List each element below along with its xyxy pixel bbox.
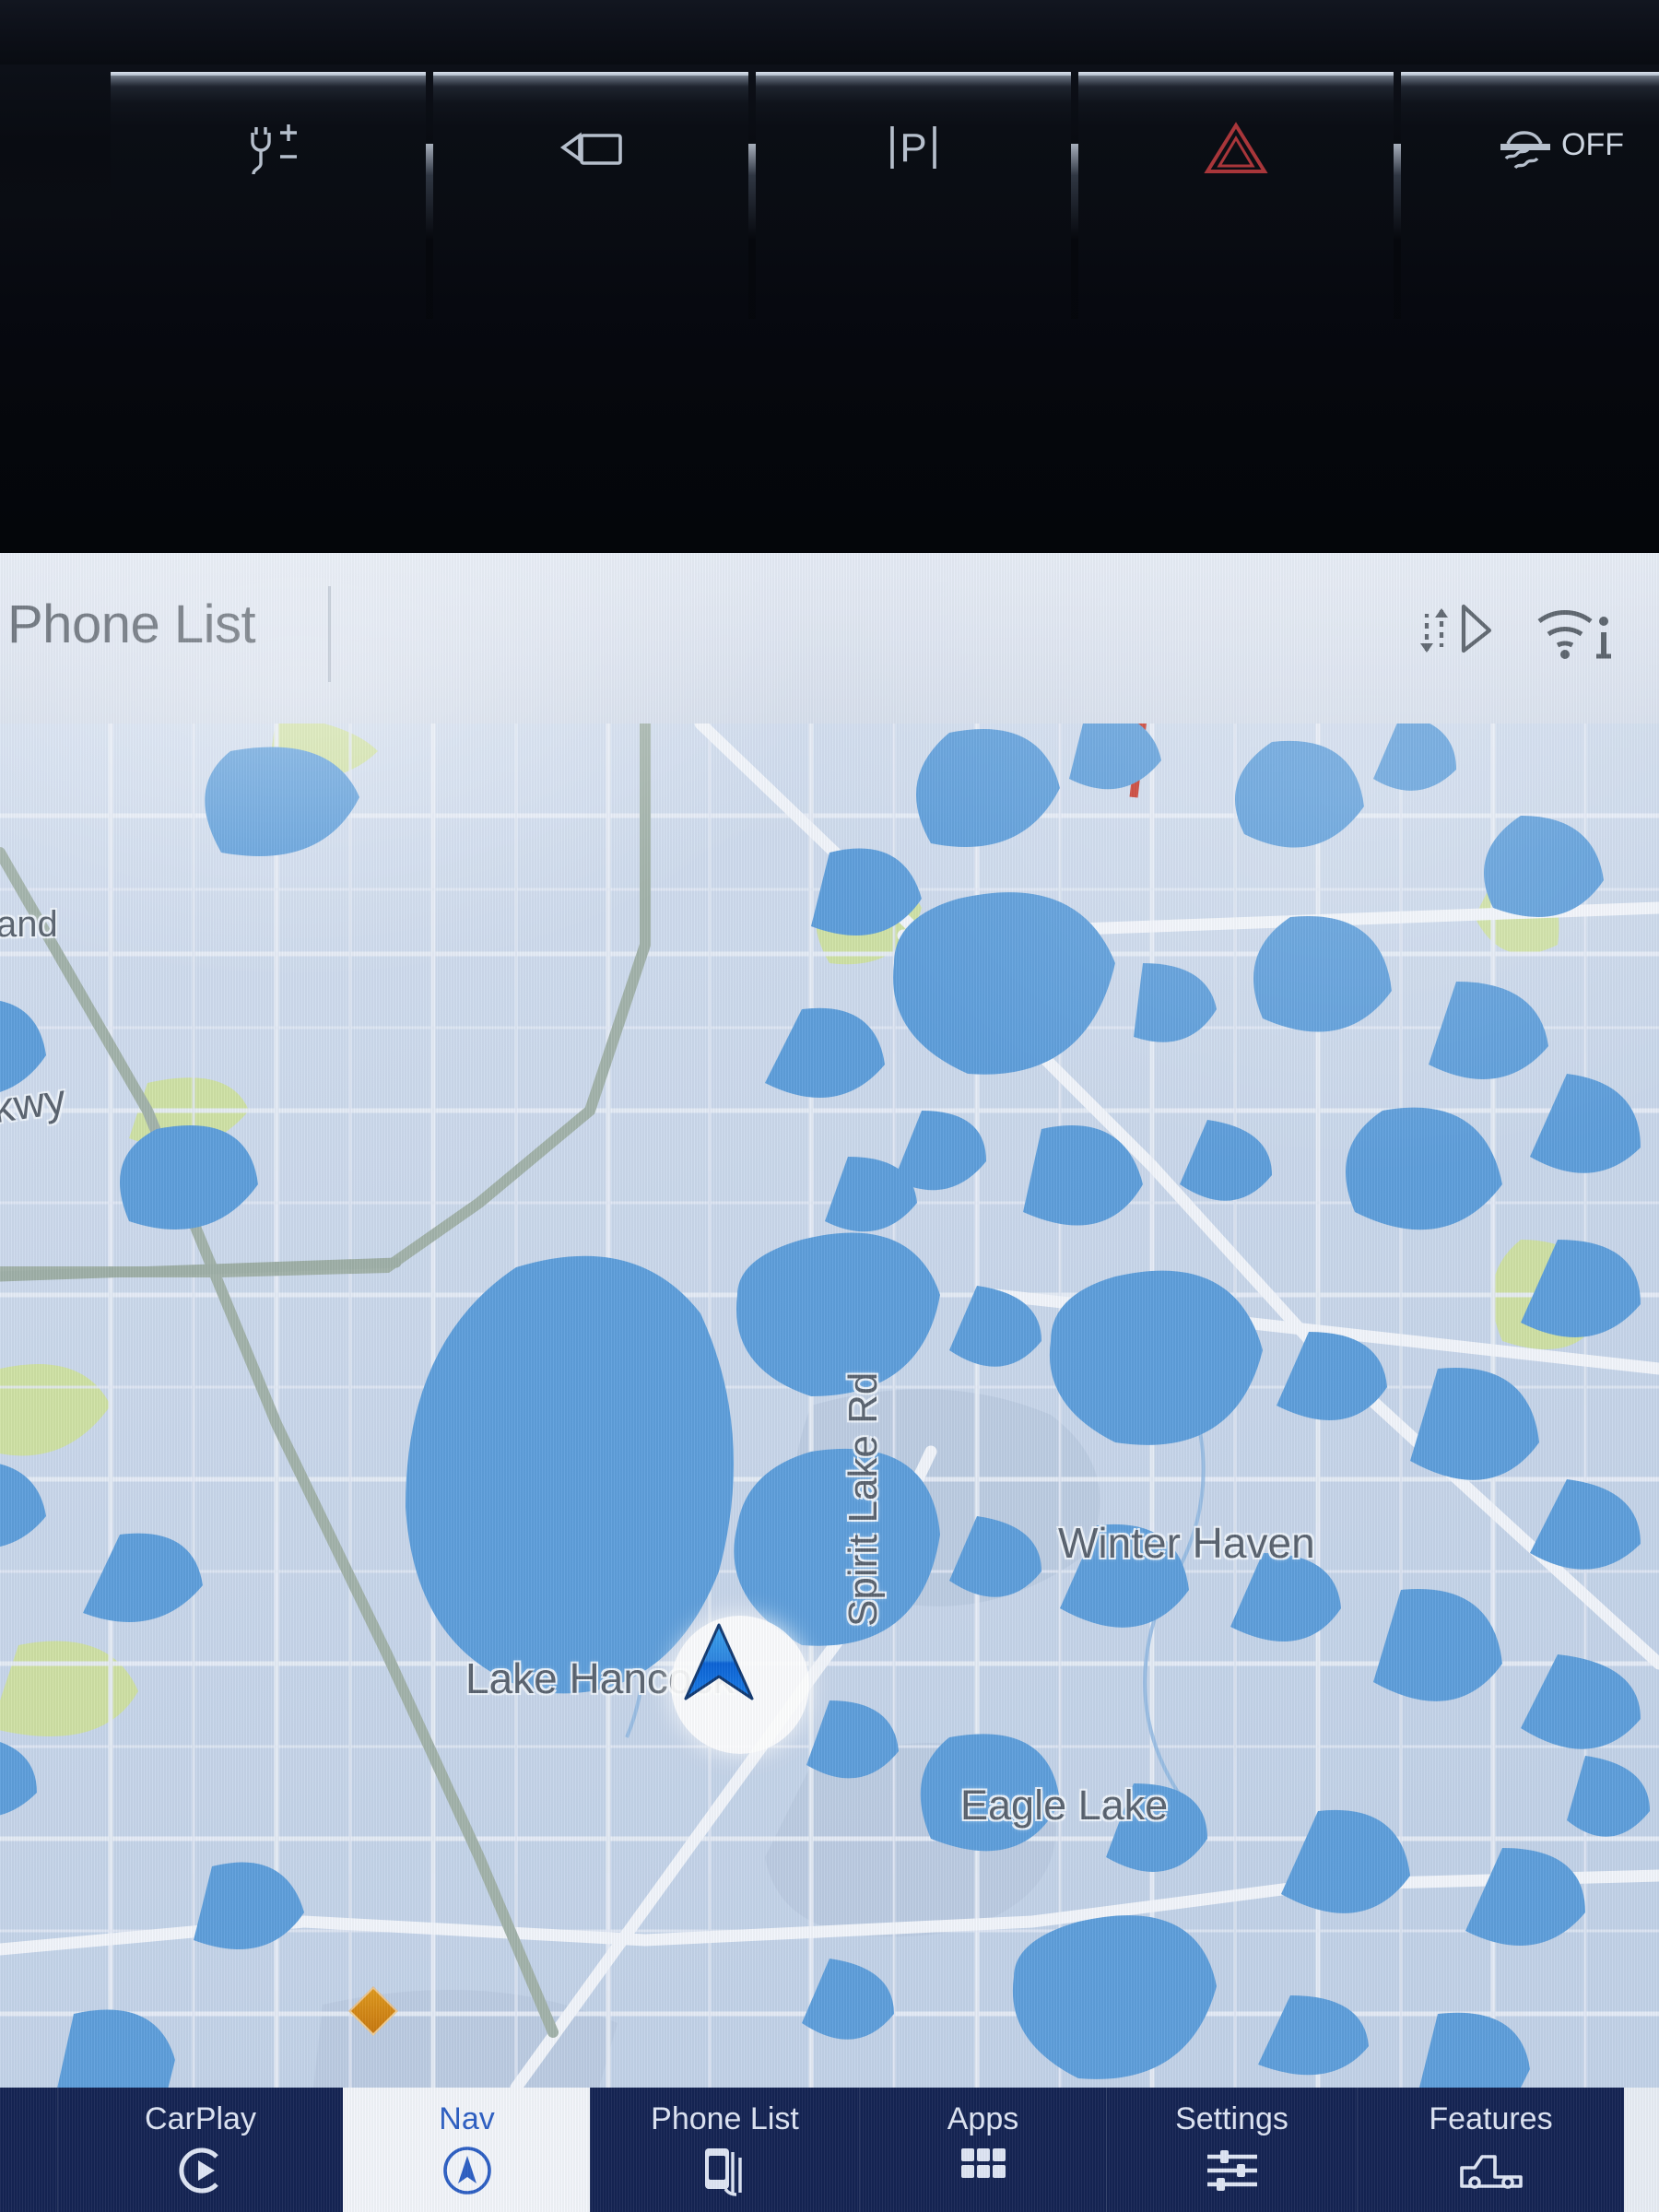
plug-plus-minus-icon — [111, 120, 426, 179]
wifi-info-icon — [1532, 597, 1617, 664]
park-brake-icon: P — [756, 120, 1071, 174]
status-icon-group — [1412, 597, 1617, 664]
tab-settings-label: Settings — [1175, 2101, 1288, 2136]
carplay-icon — [174, 2143, 228, 2198]
hazard-lights-button[interactable] — [1078, 72, 1394, 247]
map-label-lakeland: and — [0, 904, 58, 945]
tab-bar-left-filler — [0, 2088, 57, 2212]
electronic-park-brake-button[interactable]: P — [756, 72, 1071, 247]
bezel-divider — [1394, 144, 1401, 319]
traction-off-icon: OFF — [1401, 120, 1659, 177]
grid-apps-icon — [958, 2143, 1009, 2198]
tab-carplay[interactable]: CarPlay — [57, 2088, 343, 2212]
traction-control-off-button[interactable]: OFF — [1401, 72, 1659, 247]
svg-text:OFF: OFF — [1561, 127, 1624, 162]
camera-icon — [433, 120, 748, 171]
physical-button-row: P OFF — [111, 72, 1659, 319]
navigation-arrow-marker — [684, 1623, 754, 1700]
map-label-spirit-lake-rd: Spirit Lake Rd — [841, 1371, 886, 1627]
tab-settings[interactable]: Settings — [1106, 2088, 1357, 2212]
screenshot-root: P OFF Phone List and kwy Lake Hancock Sp… — [0, 0, 1659, 2212]
tab-features-label: Features — [1429, 2101, 1553, 2136]
screen-header: Phone List — [0, 553, 1659, 724]
bezel-divider — [426, 144, 433, 319]
sliders-icon — [1204, 2143, 1261, 2198]
dashboard-bezel: P OFF — [0, 0, 1659, 553]
charge-settings-button[interactable] — [111, 72, 426, 247]
bezel-gloss-strip — [0, 0, 1659, 65]
phone-stack-icon — [700, 2143, 751, 2198]
tab-phone-list[interactable]: Phone List — [590, 2088, 859, 2212]
map-label-winter-haven: Winter Haven — [1058, 1519, 1315, 1567]
map-graphics — [0, 724, 1659, 2088]
tab-apps-label: Apps — [947, 2101, 1019, 2136]
map-label-eagle-lake: Eagle Lake — [960, 1782, 1169, 1829]
tab-nav[interactable]: Nav — [343, 2088, 590, 2212]
truck-icon — [1458, 2143, 1524, 2198]
map-label-polk-pkwy: kwy — [0, 1074, 69, 1133]
bezel-divider — [1071, 144, 1078, 319]
bottom-tab-bar: CarPlay Nav Phone List Apps Settings Fea… — [0, 2088, 1659, 2212]
camera-button[interactable] — [433, 72, 748, 247]
navigation-compass-icon — [440, 2143, 495, 2198]
header-divider — [328, 586, 331, 682]
tab-phone-list-label: Phone List — [651, 2101, 799, 2136]
tab-nav-label: Nav — [439, 2101, 495, 2136]
map-canvas[interactable]: and kwy Lake Hancock Spirit Lake Rd Wint… — [0, 724, 1659, 2088]
hazard-triangle-icon — [1078, 120, 1394, 177]
page-title: Phone List — [7, 594, 256, 654]
tab-features[interactable]: Features — [1357, 2088, 1624, 2212]
bezel-divider — [748, 144, 756, 319]
infotainment-screen: Phone List and kwy Lake Hancock Spirit L… — [0, 553, 1659, 2212]
tab-carplay-label: CarPlay — [145, 2101, 256, 2136]
tab-apps[interactable]: Apps — [859, 2088, 1106, 2212]
data-transfer-nav-icon — [1412, 597, 1497, 664]
svg-text:P: P — [900, 125, 926, 171]
vehicle-position-marker — [671, 1616, 809, 1754]
